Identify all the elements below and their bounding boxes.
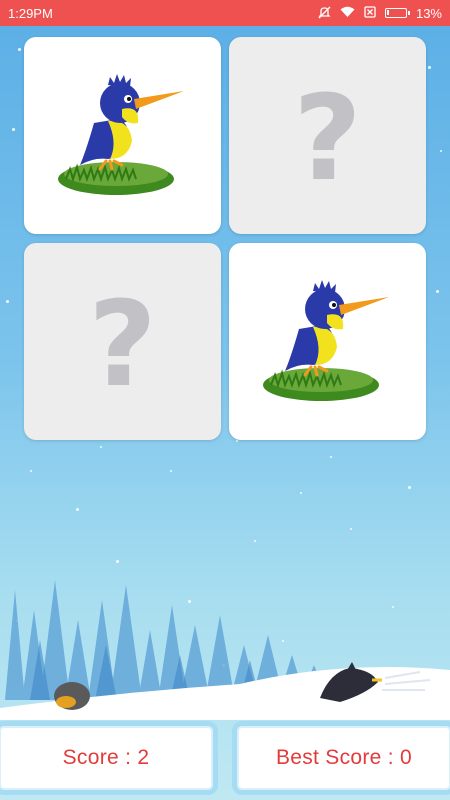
snowflake [76,508,79,511]
snowflake [428,66,431,69]
card-4[interactable] [229,243,426,440]
snowflake [236,440,238,442]
battery-percent: 13% [415,5,442,21]
kingfisher-bird-icon [57,73,184,195]
status-icons: 13% [318,6,442,21]
card-3[interactable]: ? [24,243,221,440]
snowflake [254,540,256,542]
snowflake [6,300,9,303]
winter-forest-scene [0,580,450,720]
card-2[interactable]: ? [229,37,426,234]
snowflake [12,128,15,131]
snowflake [30,470,32,472]
snowflake [18,48,21,51]
snowflake [440,150,442,152]
snowflake [436,290,439,293]
status-bar: 1:29PM 13% [0,0,450,26]
score-panel: Score : 2 [0,721,218,795]
question-mark-icon: ? [293,68,362,207]
kingfisher-bird-icon [262,279,389,401]
status-time: 1:29PM [8,5,53,21]
best-score-label: Best Score : 0 [275,746,413,769]
wifi-icon [340,6,355,20]
snowflake [330,456,332,458]
battery-icon [384,8,410,18]
best-score-panel: Best Score : 0 [232,721,450,795]
snowflake [408,486,411,489]
snowflake [100,446,102,448]
snowflake [350,528,352,530]
snowflake [300,492,302,494]
snowflake [170,470,172,472]
no-sim-icon [364,6,376,20]
mute-icon [318,6,331,21]
score-label: Score : 2 [62,746,150,769]
card-1[interactable] [24,37,221,234]
question-mark-icon: ? [88,274,157,413]
